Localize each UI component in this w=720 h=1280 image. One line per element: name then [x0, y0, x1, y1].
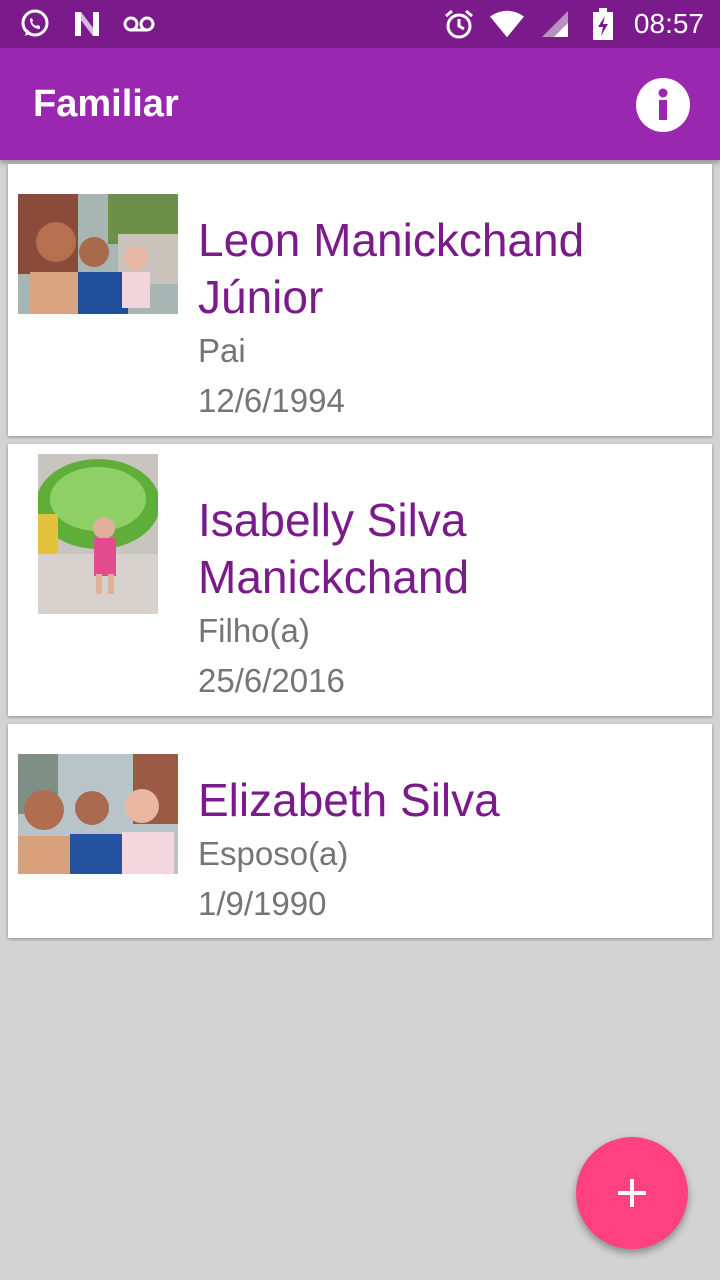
member-details: Leon Manickchand Júnior Pai 12/6/1994 — [198, 212, 702, 426]
member-details: Elizabeth Silva Esposo(a) 1/9/1990 — [198, 772, 702, 929]
status-right-icons: 08:57 — [442, 7, 720, 41]
member-photo — [18, 754, 178, 874]
member-photo — [18, 194, 178, 314]
voicemail-icon — [122, 7, 156, 41]
plus-icon — [618, 1179, 646, 1207]
alarm-icon — [442, 7, 476, 41]
status-left-icons — [0, 7, 156, 41]
member-name: Elizabeth Silva — [198, 774, 500, 826]
status-bar: 08:57 — [0, 0, 720, 48]
family-member-card[interactable]: Elizabeth Silva Esposo(a) 1/9/1990 — [8, 724, 712, 938]
member-photo — [38, 454, 158, 614]
app-bar: Familiar — [0, 48, 720, 160]
info-button[interactable] — [636, 78, 690, 132]
info-icon — [658, 88, 668, 120]
n-logo-icon — [70, 7, 104, 41]
family-member-card[interactable]: Isabelly Silva Manickchand Filho(a) 25/6… — [8, 444, 712, 716]
member-birthdate: 1/9/1990 — [198, 885, 327, 922]
whatsapp-icon — [18, 7, 52, 41]
member-details: Isabelly Silva Manickchand Filho(a) 25/6… — [198, 492, 702, 706]
wifi-icon — [489, 7, 524, 41]
member-name: Leon Manickchand Júnior — [198, 214, 585, 323]
page-title: Familiar — [33, 82, 179, 125]
member-relation: Esposo(a) — [198, 835, 349, 872]
member-relation: Filho(a) — [198, 612, 310, 649]
member-birthdate: 25/6/2016 — [198, 662, 345, 699]
battery-charging-icon — [586, 7, 620, 41]
signal-icon — [538, 7, 572, 41]
member-relation: Pai — [198, 332, 246, 369]
family-member-card[interactable]: Leon Manickchand Júnior Pai 12/6/1994 — [8, 164, 712, 436]
member-birthdate: 12/6/1994 — [198, 382, 345, 419]
status-time: 08:57 — [633, 8, 704, 39]
member-name: Isabelly Silva Manickchand — [198, 494, 470, 603]
add-member-button[interactable] — [576, 1137, 688, 1249]
